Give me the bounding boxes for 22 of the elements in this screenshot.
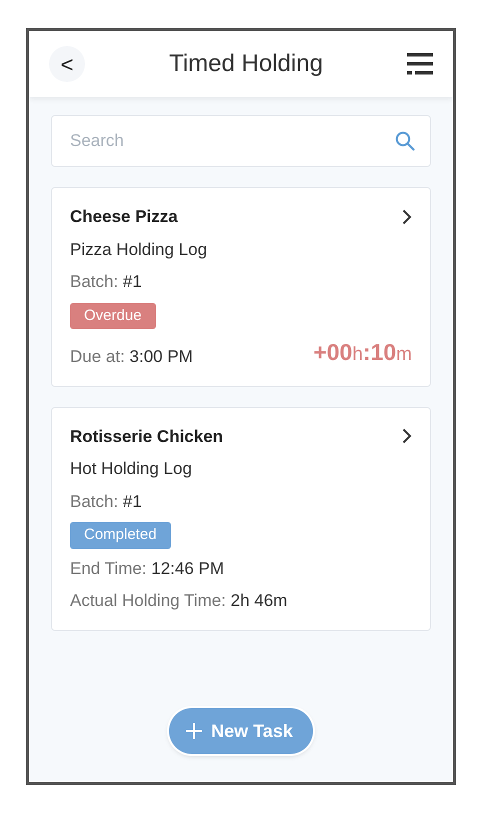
detail-text: Due at: 3:00 PM [70,346,193,368]
page-title: Timed Holding [168,50,324,78]
detail-text: Actual Holding Time: 2h 46m [70,590,288,612]
search-icon[interactable] [395,131,415,151]
menu-icon[interactable] [407,53,433,75]
task-name: Cheese Pizza [70,206,178,228]
task-card[interactable]: Cheese Pizza Pizza Holding Log Batch: #1 Overdue Due at: 3:00 PM +00h:10m [51,187,431,386]
chevron-right-icon[interactable] [402,208,412,225]
log-name: Pizza Holding Log [70,238,208,260]
status-tag: Overdue [70,302,156,329]
task-name: Rotisserie Chicken [70,426,224,448]
back-button[interactable]: < [49,46,85,82]
status-tag: Completed [70,522,171,548]
detail-text: Batch: #1 [70,271,143,293]
search-field[interactable]: Search [51,115,431,167]
detail-text: End Time: 12:46 PM [70,558,226,580]
log-name: Hot Holding Log [70,458,193,480]
chevron-right-icon[interactable] [402,428,412,444]
overdue-timer: +00h:10m [313,338,412,367]
task-card[interactable]: Rotisserie Chicken Hot Holding Log Batch: #1 Completed End Time: 12:46 PM Actual Holding Time: 2h 46m [51,406,431,630]
detail-text: Batch: #1 [70,490,143,512]
plus-icon [185,722,204,740]
